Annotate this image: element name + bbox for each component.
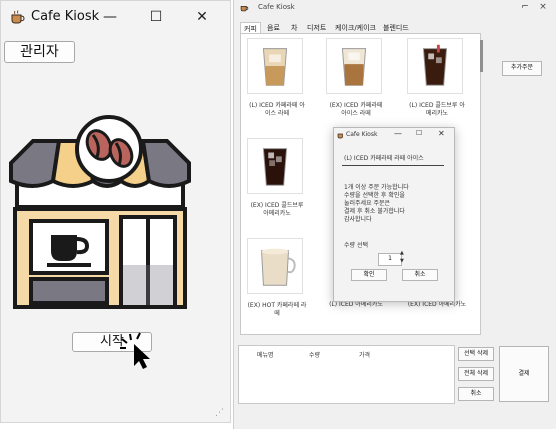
dialog-divider xyxy=(342,165,444,166)
confirm-button[interactable]: 확인 xyxy=(351,269,387,281)
column-header-quantity: 수량 xyxy=(309,352,321,359)
coffee-cup-icon xyxy=(240,5,249,12)
order-window-title: Cafe Kiosk xyxy=(258,3,295,11)
menu-item[interactable]: (EX) ICED 콜드브루 아메리카노 xyxy=(247,138,305,231)
menu-item[interactable]: (L) ICED 콜드브루 아메리카노 xyxy=(407,38,465,131)
column-header-menu: 메뉴명 xyxy=(257,352,274,359)
column-header-price: 가격 xyxy=(359,352,371,359)
close-button[interactable]: ✕ xyxy=(179,1,225,32)
order-list: 메뉴명 수량 가격 xyxy=(238,345,455,404)
hot-latte-image xyxy=(247,238,303,294)
minimize-icon: — xyxy=(103,8,117,25)
mouse-pointer-icon xyxy=(120,332,150,369)
iced-latte-image xyxy=(247,38,303,94)
dialog-menu-name: (L) ICED 카페라떼 라떼 아이스 xyxy=(344,155,424,162)
stepper-up-icon[interactable]: ▲ xyxy=(400,250,404,256)
quantity-stepper[interactable]: 1 xyxy=(378,253,402,266)
quantity-dialog: Cafe Kiosk — ☐ ✕ (L) ICED 카페라떼 라떼 아이스 1개… xyxy=(333,127,455,302)
maximize-icon: ☐ xyxy=(149,8,163,25)
menu-item-label: (EX) HOT 카페라떼 라떼 xyxy=(247,302,307,317)
menu-scrollbar[interactable] xyxy=(480,40,483,72)
menu-item[interactable]: (EX) HOT 카페라떼 라떼 xyxy=(247,238,307,331)
admin-button[interactable]: 관리자 xyxy=(4,41,75,63)
minimize-icon[interactable]: — xyxy=(394,129,402,138)
kiosk-titlebar: Cafe Kiosk — ☐ ✕ xyxy=(1,1,230,32)
iced-americano-image xyxy=(247,138,303,194)
stepper-down-icon[interactable]: ▼ xyxy=(400,258,404,264)
menu-item[interactable]: (EX) ICED 카페라떼 아이스 라떼 xyxy=(326,38,384,131)
coffee-cup-icon xyxy=(337,133,343,139)
coffee-cup-icon xyxy=(11,10,25,24)
kiosk-start-window: Cafe Kiosk — ☐ ✕ 관리자 시작 ⋰ xyxy=(0,0,231,423)
add-order-button[interactable]: 추가주문 xyxy=(502,61,542,76)
close-icon: ✕ xyxy=(196,8,208,25)
maximize-icon[interactable]: ☐ xyxy=(416,129,422,137)
dialog-text-line: 감사합니다 xyxy=(344,216,372,223)
cafe-storefront-icon xyxy=(9,115,191,309)
resize-grip-icon[interactable]: ⋰ xyxy=(215,408,227,420)
close-button[interactable]: × xyxy=(534,0,552,14)
close-icon[interactable]: ✕ xyxy=(438,129,445,138)
close-icon: × xyxy=(539,2,547,12)
menu-item-label: (EX) ICED 콜드브루 아메리카노 xyxy=(250,202,304,217)
cancel-order-button[interactable]: 취소 xyxy=(458,387,494,401)
iced-latte-image xyxy=(326,38,382,94)
quantity-label: 수량 선택 xyxy=(344,242,368,249)
pay-button[interactable]: 결제 xyxy=(499,346,549,402)
minimize-icon: ⌐ xyxy=(521,2,529,12)
menu-item-label: (L) ICED 콜드브루 아메리카노 xyxy=(409,102,465,117)
dialog-title: Cafe Kiosk xyxy=(346,131,378,138)
delete-selected-button[interactable]: 선택 삭제 xyxy=(458,347,494,361)
clear-all-button[interactable]: 전체 삭제 xyxy=(458,367,494,381)
menu-item-label: (L) ICED 카페라떼 아이스 라떼 xyxy=(249,102,305,117)
menu-item-label: (L) ICED 아메리카노 xyxy=(329,301,383,308)
cancel-button[interactable]: 취소 xyxy=(402,269,438,281)
menu-item-label: (EX) ICED 카페라떼 아이스 라떼 xyxy=(329,102,383,117)
minimize-button[interactable]: — xyxy=(87,1,133,32)
iced-americano-image xyxy=(407,38,463,94)
menu-item[interactable]: (L) ICED 카페라떼 아이스 라떼 xyxy=(247,38,305,131)
maximize-button[interactable]: ☐ xyxy=(133,1,179,32)
minimize-button[interactable]: ⌐ xyxy=(516,0,534,14)
menu-item-label: (EX) ICED 아메리카노 xyxy=(407,301,467,308)
